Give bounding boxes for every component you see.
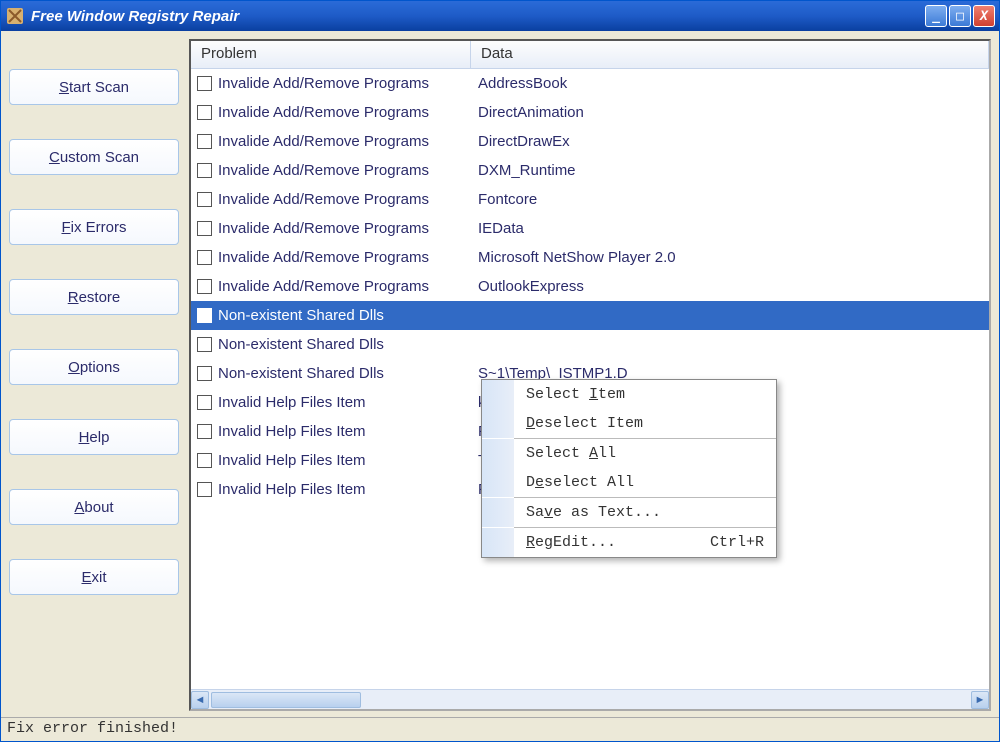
- list-row[interactable]: Invalide Add/Remove ProgramsOutlookExpre…: [191, 272, 989, 301]
- sidebar-button-start-scan[interactable]: Start Scan: [9, 69, 179, 105]
- list-header: Problem Data: [191, 41, 989, 69]
- row-problem-text: Invalide Add/Remove Programs: [218, 278, 478, 295]
- context-menu-item[interactable]: Select All: [514, 439, 776, 468]
- row-checkbox[interactable]: [197, 366, 212, 381]
- list-row[interactable]: Invalide Add/Remove ProgramsAddressBook: [191, 69, 989, 98]
- client-area: Start Scan Custom Scan Fix Errors Restore Op…: [1, 31, 999, 741]
- sidebar: Start Scan Custom Scan Fix Errors Restore Op…: [9, 39, 179, 711]
- row-problem-text: Invalide Add/Remove Programs: [218, 191, 478, 208]
- row-problem-text: Non-existent Shared Dlls: [218, 365, 478, 382]
- context-menu: Select ItemDeselect ItemSelect AllDesele…: [481, 379, 777, 558]
- row-data-text: Fontcore: [478, 191, 989, 208]
- row-problem-text: Non-existent Shared Dlls: [218, 307, 478, 324]
- list-row[interactable]: Invalide Add/Remove ProgramsFontcore: [191, 185, 989, 214]
- scroll-right-arrow[interactable]: ►: [971, 691, 989, 709]
- row-data-text: DXM_Runtime: [478, 162, 989, 179]
- list-row[interactable]: Non-existent Shared Dlls: [191, 330, 989, 359]
- context-menu-gutter: [482, 380, 514, 409]
- row-checkbox[interactable]: [197, 105, 212, 120]
- sidebar-button-fix-errors[interactable]: Fix Errors: [9, 209, 179, 245]
- scroll-thumb[interactable]: [211, 692, 361, 708]
- sidebar-button-help[interactable]: Help: [9, 419, 179, 455]
- scroll-left-arrow[interactable]: ◄: [191, 691, 209, 709]
- window-title: Free Window Registry Repair: [31, 8, 925, 25]
- row-problem-text: Invalide Add/Remove Programs: [218, 162, 478, 179]
- row-problem-text: Invalide Add/Remove Programs: [218, 249, 478, 266]
- context-menu-gutter: [482, 528, 514, 557]
- row-checkbox[interactable]: [197, 221, 212, 236]
- row-problem-text: Non-existent Shared Dlls: [218, 336, 478, 353]
- app-icon: [5, 6, 25, 26]
- row-data-text: IEData: [478, 220, 989, 237]
- row-checkbox[interactable]: [197, 424, 212, 439]
- row-problem-text: Invalide Add/Remove Programs: [218, 220, 478, 237]
- list-row[interactable]: Invalide Add/Remove ProgramsDirectDrawEx: [191, 127, 989, 156]
- row-problem-text: Invalid Help Files Item: [218, 452, 478, 469]
- context-menu-item[interactable]: Save as Text...: [514, 498, 776, 527]
- row-checkbox[interactable]: [197, 482, 212, 497]
- column-header-data[interactable]: Data: [471, 41, 989, 68]
- maximize-button[interactable]: □: [949, 5, 971, 27]
- row-problem-text: Invalide Add/Remove Programs: [218, 104, 478, 121]
- window-buttons: _ □ X: [925, 5, 995, 27]
- list-row[interactable]: Invalide Add/Remove ProgramsDirectAnimat…: [191, 98, 989, 127]
- row-checkbox[interactable]: [197, 250, 212, 265]
- list-row[interactable]: Non-existent Shared Dlls: [191, 301, 989, 330]
- row-checkbox[interactable]: [197, 453, 212, 468]
- row-checkbox[interactable]: [197, 279, 212, 294]
- sidebar-button-restore[interactable]: Restore: [9, 279, 179, 315]
- context-menu-gutter: [482, 468, 514, 497]
- scroll-track[interactable]: [211, 691, 969, 709]
- app-window: Free Window Registry Repair _ □ X Start …: [0, 0, 1000, 742]
- sidebar-button-custom-scan[interactable]: Custom Scan: [9, 139, 179, 175]
- row-checkbox[interactable]: [197, 134, 212, 149]
- row-data-text: DirectAnimation: [478, 104, 989, 121]
- row-problem-text: Invalide Add/Remove Programs: [218, 133, 478, 150]
- row-problem-text: Invalide Add/Remove Programs: [218, 75, 478, 92]
- row-data-text: Microsoft NetShow Player 2.0: [478, 249, 989, 266]
- list-row[interactable]: Invalide Add/Remove ProgramsMicrosoft Ne…: [191, 243, 989, 272]
- main-area: Start Scan Custom Scan Fix Errors Restore Op…: [1, 31, 999, 717]
- sidebar-button-options[interactable]: Options: [9, 349, 179, 385]
- sidebar-button-about[interactable]: About: [9, 489, 179, 525]
- row-problem-text: Invalid Help Files Item: [218, 394, 478, 411]
- context-menu-item[interactable]: RegEdit...Ctrl+R: [514, 528, 776, 557]
- context-menu-gutter: [482, 409, 514, 438]
- row-data-text: OutlookExpress: [478, 278, 989, 295]
- context-menu-item[interactable]: Deselect All: [514, 468, 776, 497]
- titlebar: Free Window Registry Repair _ □ X: [1, 1, 999, 31]
- minimize-button[interactable]: _: [925, 5, 947, 27]
- row-checkbox[interactable]: [197, 337, 212, 352]
- context-menu-gutter: [482, 439, 514, 468]
- row-checkbox[interactable]: [197, 192, 212, 207]
- row-data-text: DirectDrawEx: [478, 133, 989, 150]
- context-menu-gutter: [482, 498, 514, 527]
- horizontal-scrollbar[interactable]: ◄ ►: [191, 689, 989, 709]
- row-checkbox[interactable]: [197, 163, 212, 178]
- row-checkbox[interactable]: [197, 76, 212, 91]
- close-button[interactable]: X: [973, 5, 995, 27]
- status-bar: Fix error finished!: [1, 717, 999, 741]
- row-checkbox[interactable]: [197, 308, 212, 323]
- results-listview: Problem Data Invalide Add/Remove Program…: [189, 39, 991, 711]
- row-checkbox[interactable]: [197, 395, 212, 410]
- row-data-text: AddressBook: [478, 75, 989, 92]
- sidebar-button-exit[interactable]: Exit: [9, 559, 179, 595]
- context-menu-item[interactable]: Deselect Item: [514, 409, 776, 438]
- list-row[interactable]: Invalide Add/Remove ProgramsIEData: [191, 214, 989, 243]
- row-problem-text: Invalid Help Files Item: [218, 423, 478, 440]
- list-row[interactable]: Invalide Add/Remove ProgramsDXM_Runtime: [191, 156, 989, 185]
- context-menu-item[interactable]: Select Item: [514, 380, 776, 409]
- column-header-problem[interactable]: Problem: [191, 41, 471, 68]
- row-problem-text: Invalid Help Files Item: [218, 481, 478, 498]
